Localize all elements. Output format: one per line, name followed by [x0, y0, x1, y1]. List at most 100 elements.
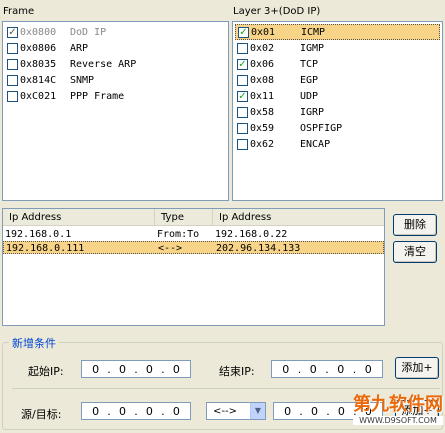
protocol-item[interactable]: 0x58 IGRP: [235, 104, 440, 120]
checkbox[interactable]: [237, 42, 248, 54]
frame-label: Frame: [3, 6, 35, 17]
protocol-code: 0x01: [251, 26, 276, 38]
frame-code: 0xC021: [20, 90, 57, 102]
checkbox-checked[interactable]: ✓: [238, 26, 249, 38]
ip-dot: .: [134, 404, 138, 418]
protocol-name: UDP: [300, 90, 319, 102]
ip-octet[interactable]: 0: [338, 405, 345, 418]
chevron-down-icon[interactable]: ▼: [250, 403, 265, 419]
protocol-name: ENCAP: [300, 138, 331, 150]
checkbox[interactable]: [237, 138, 248, 150]
protocol-item[interactable]: 0x59 OSPFIGP: [235, 120, 440, 136]
src-dst-label: 源/目标:: [21, 408, 62, 421]
checkbox-checked[interactable]: ✓: [7, 26, 18, 38]
cell-type: From:To: [157, 229, 200, 240]
cell-type: <-->: [158, 243, 183, 254]
clear-button[interactable]: 清空: [393, 241, 437, 263]
ip-octet[interactable]: 0: [310, 363, 317, 376]
frame-code: 0x814C: [20, 74, 57, 86]
ip-octet[interactable]: 0: [92, 363, 99, 376]
ip-octet[interactable]: 0: [284, 405, 291, 418]
column-header-src-ip[interactable]: Ip Address: [3, 209, 155, 226]
frame-code: 0x0806: [20, 42, 57, 54]
ip-dot: .: [297, 362, 302, 376]
frame-code: 0x8035: [20, 58, 57, 70]
new-condition-legend: 新增条件: [9, 335, 59, 351]
cell-dst-ip: 192.168.0.22: [215, 229, 288, 240]
checkbox[interactable]: [7, 74, 18, 86]
start-ip-label: 起始IP:: [28, 365, 64, 378]
checkbox[interactable]: [237, 74, 248, 86]
frame-code: 0x0800: [20, 26, 57, 38]
layer3-list[interactable]: ✓ 0x01 ICMP 0x02 IGMP ✓ 0x06 TCP 0x08 EGP ✓ 0x11 UDP…: [232, 21, 443, 201]
separator: [12, 388, 440, 389]
cell-dst-ip: 202.96.134.133: [216, 243, 301, 254]
protocol-code: 0x08: [250, 74, 275, 86]
frame-name: ARP: [70, 42, 89, 54]
watermark-logo: 第九软件网 WWW.D9SOFT.COM: [353, 390, 443, 425]
checkbox[interactable]: [7, 90, 18, 102]
frame-item[interactable]: 0x814C SNMP: [5, 72, 226, 88]
frame-item[interactable]: 0x8035 Reverse ARP: [5, 56, 226, 72]
checkbox-checked[interactable]: ✓: [237, 90, 248, 102]
delete-button[interactable]: 删除: [393, 214, 437, 236]
protocol-name: IGMP: [300, 42, 325, 54]
checkmark-icon: ✓: [8, 26, 17, 38]
ip-rule-table[interactable]: Ip Address Type Ip Address 192.168.0.1 Fr…: [2, 208, 385, 326]
watermark-url: WWW.D9SOFT.COM: [353, 416, 443, 425]
protocol-item[interactable]: ✓ 0x06 TCP: [235, 56, 440, 72]
frame-item[interactable]: 0xC021 PPP Frame: [5, 88, 226, 104]
end-ip-field[interactable]: 0. 0. 0. 0: [271, 360, 383, 378]
add-range-button[interactable]: 添加+: [395, 357, 439, 379]
ip-octet[interactable]: 0: [282, 363, 289, 376]
protocol-code: 0x02: [250, 42, 275, 54]
frame-name: DoD IP: [70, 26, 107, 38]
protocol-name: TCP: [300, 58, 319, 70]
ip-octet[interactable]: 0: [119, 363, 126, 376]
ip-octet[interactable]: 0: [146, 405, 153, 418]
frame-list[interactable]: ✓ 0x0800 DoD IP 0x0806 ARP 0x8035 Reverse ARP 0…: [2, 21, 229, 201]
table-header: Ip Address Type Ip Address: [3, 209, 384, 226]
watermark-title: 第九软件网: [353, 394, 443, 415]
checkbox[interactable]: [7, 58, 18, 70]
protocol-code: 0x06: [250, 58, 275, 70]
protocol-item[interactable]: 0x02 IGMP: [235, 40, 440, 56]
ip-octet[interactable]: 0: [337, 363, 344, 376]
ip-dot: .: [161, 362, 165, 376]
ip-octet[interactable]: 0: [92, 405, 99, 418]
source-ip-field[interactable]: 0. 0. 0. 0: [81, 402, 191, 420]
layer3-label: Layer 3+(DoD IP): [233, 6, 321, 17]
protocol-item[interactable]: ✓ 0x11 UDP: [235, 88, 440, 104]
checkbox[interactable]: [237, 122, 248, 134]
checkbox[interactable]: [7, 42, 18, 54]
frame-item[interactable]: ✓ 0x0800 DoD IP: [5, 24, 226, 40]
ip-octet[interactable]: 0: [365, 363, 372, 376]
protocol-name: ICMP: [301, 26, 326, 38]
ip-octet[interactable]: 0: [311, 405, 318, 418]
frame-name: SNMP: [70, 74, 95, 86]
checkbox[interactable]: [237, 106, 248, 118]
checkmark-icon: ✓: [239, 26, 248, 38]
checkbox-checked[interactable]: ✓: [237, 58, 248, 70]
cell-src-ip: 192.168.0.1: [5, 229, 72, 240]
protocol-item[interactable]: 0x08 EGP: [235, 72, 440, 88]
ip-octet[interactable]: 0: [119, 405, 126, 418]
start-ip-field[interactable]: 0. 0. 0. 0: [81, 360, 191, 378]
ip-dot: .: [299, 404, 303, 418]
direction-select[interactable]: <--> ▼: [206, 402, 266, 420]
protocol-item[interactable]: 0x62 ENCAP: [235, 136, 440, 152]
frame-item[interactable]: 0x0806 ARP: [5, 40, 226, 56]
ip-octet[interactable]: 0: [173, 405, 180, 418]
ip-dot: .: [107, 362, 111, 376]
column-header-type[interactable]: Type: [155, 209, 213, 226]
table-row[interactable]: 192.168.0.1 From:To 192.168.0.22: [3, 228, 384, 241]
table-row[interactable]: 192.168.0.111 <--> 202.96.134.133: [3, 241, 384, 254]
column-header-dst-ip[interactable]: Ip Address: [213, 209, 384, 226]
ip-dot: .: [107, 404, 111, 418]
ip-octet[interactable]: 0: [173, 363, 180, 376]
protocol-item[interactable]: ✓ 0x01 ICMP: [235, 24, 440, 40]
ip-octet[interactable]: 0: [146, 363, 153, 376]
direction-value: <-->: [213, 405, 237, 417]
protocol-code: 0x11: [250, 90, 275, 102]
ip-dot: .: [352, 362, 357, 376]
